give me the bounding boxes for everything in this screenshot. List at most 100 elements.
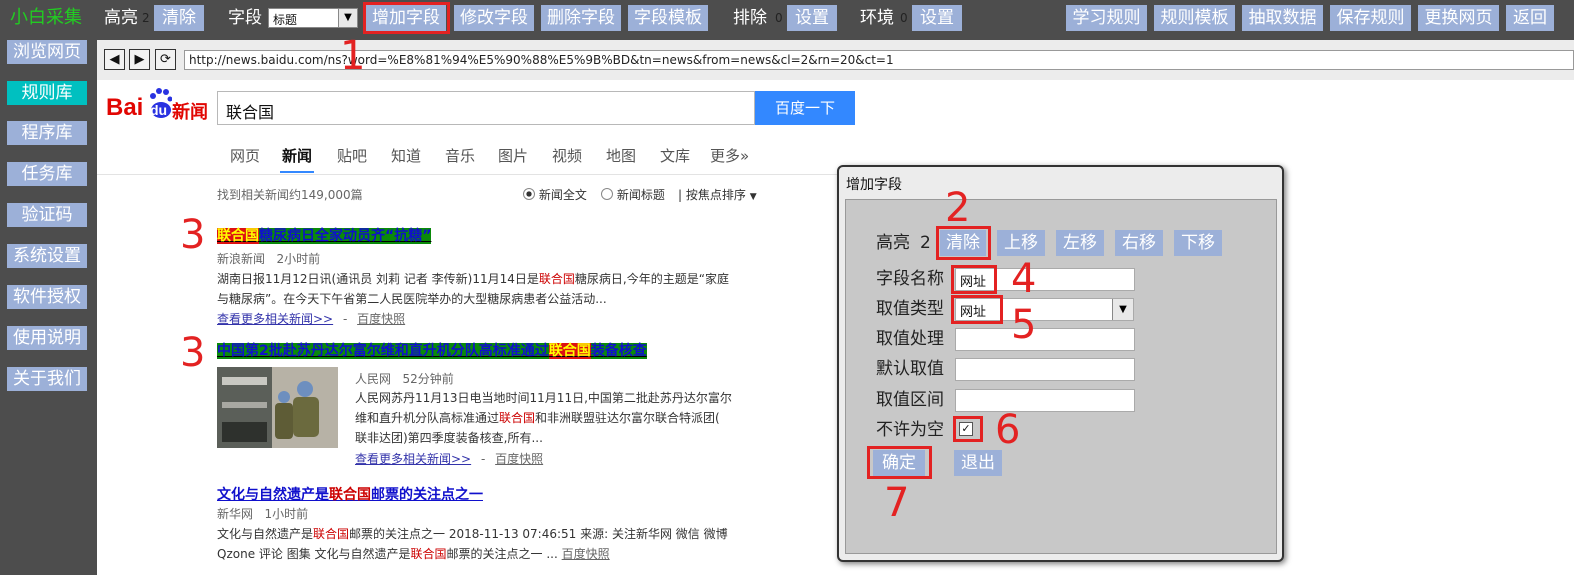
change-page-button[interactable]: 更换网页 xyxy=(1418,5,1499,31)
cache-link[interactable]: 百度快照 xyxy=(495,452,543,466)
result-1-title[interactable]: 联合国糖尿病日全家动员齐“抗糖” xyxy=(217,228,432,244)
radio-checked-icon xyxy=(523,188,535,200)
tab-map[interactable]: 地图 xyxy=(606,145,636,166)
baidu-search-input[interactable]: 联合国 xyxy=(217,91,755,125)
option-full-text[interactable]: 新闻全文 xyxy=(523,186,587,203)
snippet-text: 联非达团)第四季度装备核查,所有... xyxy=(355,431,543,445)
highlight-box-clear xyxy=(936,226,991,260)
result-2-thumbnail[interactable] xyxy=(217,367,338,448)
annotation-5: 5 xyxy=(1011,302,1037,348)
snippet-text: 湖南日报11月12日讯(通讯员 刘莉 记者 李传新)11月14日是 xyxy=(217,272,539,286)
sidebar-item-browse[interactable]: 浏览网页 xyxy=(7,40,87,64)
brand-label: 小白采集 xyxy=(10,7,82,28)
dialog-highlight-label: 高亮 2 xyxy=(876,231,931,255)
radio-unchecked-icon xyxy=(601,188,613,200)
sidebar-item-settings[interactable]: 系统设置 xyxy=(7,244,87,268)
sidebar-item-manual[interactable]: 使用说明 xyxy=(7,326,87,350)
save-rules-button[interactable]: 保存规则 xyxy=(1330,5,1411,31)
tabs-divider xyxy=(97,174,837,175)
result-2-title[interactable]: 中国第2批赴苏丹达尔富尔维和直升机分队高标准通过联合国装备核查 xyxy=(217,343,647,359)
tab-images[interactable]: 图片 xyxy=(498,145,528,166)
result-3-title[interactable]: 文化与自然遗产是联合国邮票的关注点之一 xyxy=(217,484,483,504)
tab-music[interactable]: 音乐 xyxy=(445,145,475,166)
not-empty-label: 不许为空 xyxy=(876,420,944,440)
annotation-1: 1 xyxy=(340,33,366,79)
snippet-text: 文化与自然遗产是 xyxy=(217,527,314,541)
option-title-only[interactable]: 新闻标题 xyxy=(601,186,665,203)
more-news-link[interactable]: 查看更多相关新闻>> xyxy=(217,312,333,326)
move-right-button[interactable]: 右移 xyxy=(1115,230,1163,256)
learn-rules-button[interactable]: 学习规则 xyxy=(1066,5,1147,31)
result-2-source: 人民网 52分钟前 xyxy=(355,370,454,387)
value-process-input[interactable] xyxy=(955,328,1135,351)
move-down-button[interactable]: 下移 xyxy=(1174,230,1222,256)
move-left-button[interactable]: 左移 xyxy=(1056,230,1104,256)
highlight-box-ok xyxy=(867,446,932,479)
edit-field-button[interactable]: 修改字段 xyxy=(454,5,534,31)
result-1-links: 查看更多相关新闻>> - 百度快照 xyxy=(217,310,405,327)
value-range-input[interactable] xyxy=(955,389,1135,412)
move-up-button[interactable]: 上移 xyxy=(997,230,1045,256)
cache-link[interactable]: 百度快照 xyxy=(357,312,405,326)
tab-more[interactable]: 更多» xyxy=(710,145,749,166)
forward-icon[interactable]: ▶ xyxy=(129,49,150,70)
field-template-button[interactable]: 字段模板 xyxy=(628,5,708,31)
field-select[interactable]: 标题 ▼ xyxy=(268,8,358,28)
sidebar-item-captcha[interactable]: 验证码 xyxy=(7,203,87,227)
tab-video[interactable]: 视频 xyxy=(552,145,582,166)
field-label: 字段 xyxy=(228,8,262,28)
exit-button[interactable]: 退出 xyxy=(954,450,1002,476)
snippet-text: 邮票的关注点之一 2018-11-13 07:46:51 来源: 关注新华网 微… xyxy=(349,527,728,541)
exclude-label: 排除 xyxy=(733,8,767,28)
sidebar-item-license[interactable]: 软件授权 xyxy=(7,285,87,309)
tab-web[interactable]: 网页 xyxy=(230,145,260,166)
cache-link[interactable]: 百度快照 xyxy=(562,547,610,561)
sidebar-item-about[interactable]: 关于我们 xyxy=(7,367,87,391)
url-input[interactable]: http://news.baidu.com/ns?word=%E8%81%94%… xyxy=(184,50,1574,70)
annotation-7: 7 xyxy=(884,480,910,526)
chevron-down-icon: ▼ xyxy=(338,9,357,27)
baidu-search-button[interactable]: 百度一下 xyxy=(755,91,855,125)
tab-zhidao[interactable]: 知道 xyxy=(391,145,421,166)
tab-tieba[interactable]: 贴吧 xyxy=(337,145,367,166)
snippet-text: 人民网苏丹11月13日电当地时间11月11日,中国第二批赴苏丹达尔富尔 xyxy=(355,391,732,405)
logo-news: 新闻 xyxy=(172,102,208,123)
snippet-text: Qzone 评论 图集 文化与自然遗产是 xyxy=(217,547,411,561)
default-value-input[interactable] xyxy=(955,358,1135,381)
exclude-settings-button[interactable]: 设置 xyxy=(787,5,837,31)
rule-template-button[interactable]: 规则模板 xyxy=(1154,5,1235,31)
tab-news[interactable]: 新闻 xyxy=(282,145,312,166)
refresh-icon[interactable]: ⟳ xyxy=(155,49,176,70)
exclude-count: 0 xyxy=(775,11,783,25)
title-keyword: 联合国 xyxy=(548,343,591,359)
logo-bai: Bai xyxy=(106,94,144,121)
sidebar-item-programs[interactable]: 程序库 xyxy=(7,121,87,145)
option-title-label: 新闻标题 xyxy=(616,188,665,202)
highlight-box-value-type xyxy=(951,295,1003,324)
snippet-text: 和非洲联盟驻达尔富尔联合特派团( xyxy=(535,411,720,425)
result-1-source: 新浪新闻 2小时前 xyxy=(217,250,320,267)
extract-data-button[interactable]: 抽取数据 xyxy=(1242,5,1323,31)
snippet-text: 维和直升机分队高标准通过 xyxy=(355,411,500,425)
sort-dropdown[interactable]: | 按焦点排序 ▼ xyxy=(678,186,757,203)
sidebar-item-tasks[interactable]: 任务库 xyxy=(7,162,87,186)
more-news-link[interactable]: 查看更多相关新闻>> xyxy=(355,452,471,466)
snippet-keyword: 联合国 xyxy=(538,272,575,286)
delete-field-button[interactable]: 删除字段 xyxy=(541,5,621,31)
snippet-text: 与糖尿病”。在今天下午省第二人民医院举办的大型糖尿病患者公益活动... xyxy=(217,292,607,306)
tab-wenku[interactable]: 文库 xyxy=(660,145,690,166)
logo-du: du xyxy=(150,102,168,118)
environment-settings-button[interactable]: 设置 xyxy=(912,5,962,31)
field-name-label: 字段名称 xyxy=(876,269,944,289)
default-value-label: 默认取值 xyxy=(876,359,944,379)
baidu-logo[interactable]: Bai du 新闻 xyxy=(106,88,210,128)
annotation-3b: 3 xyxy=(180,330,206,376)
chevron-down-icon: ▼ xyxy=(1112,299,1133,320)
back-icon[interactable]: ◀ xyxy=(104,49,125,70)
snippet-text: 糖尿病日,今年的主题是“家庭 xyxy=(574,272,729,286)
environment-count: 0 xyxy=(900,11,908,25)
clear-button[interactable]: 清除 xyxy=(154,5,204,31)
sidebar-item-rules[interactable]: 规则库 xyxy=(7,81,87,105)
back-button[interactable]: 返回 xyxy=(1506,5,1554,31)
source-time: 52分钟前 xyxy=(402,372,454,386)
